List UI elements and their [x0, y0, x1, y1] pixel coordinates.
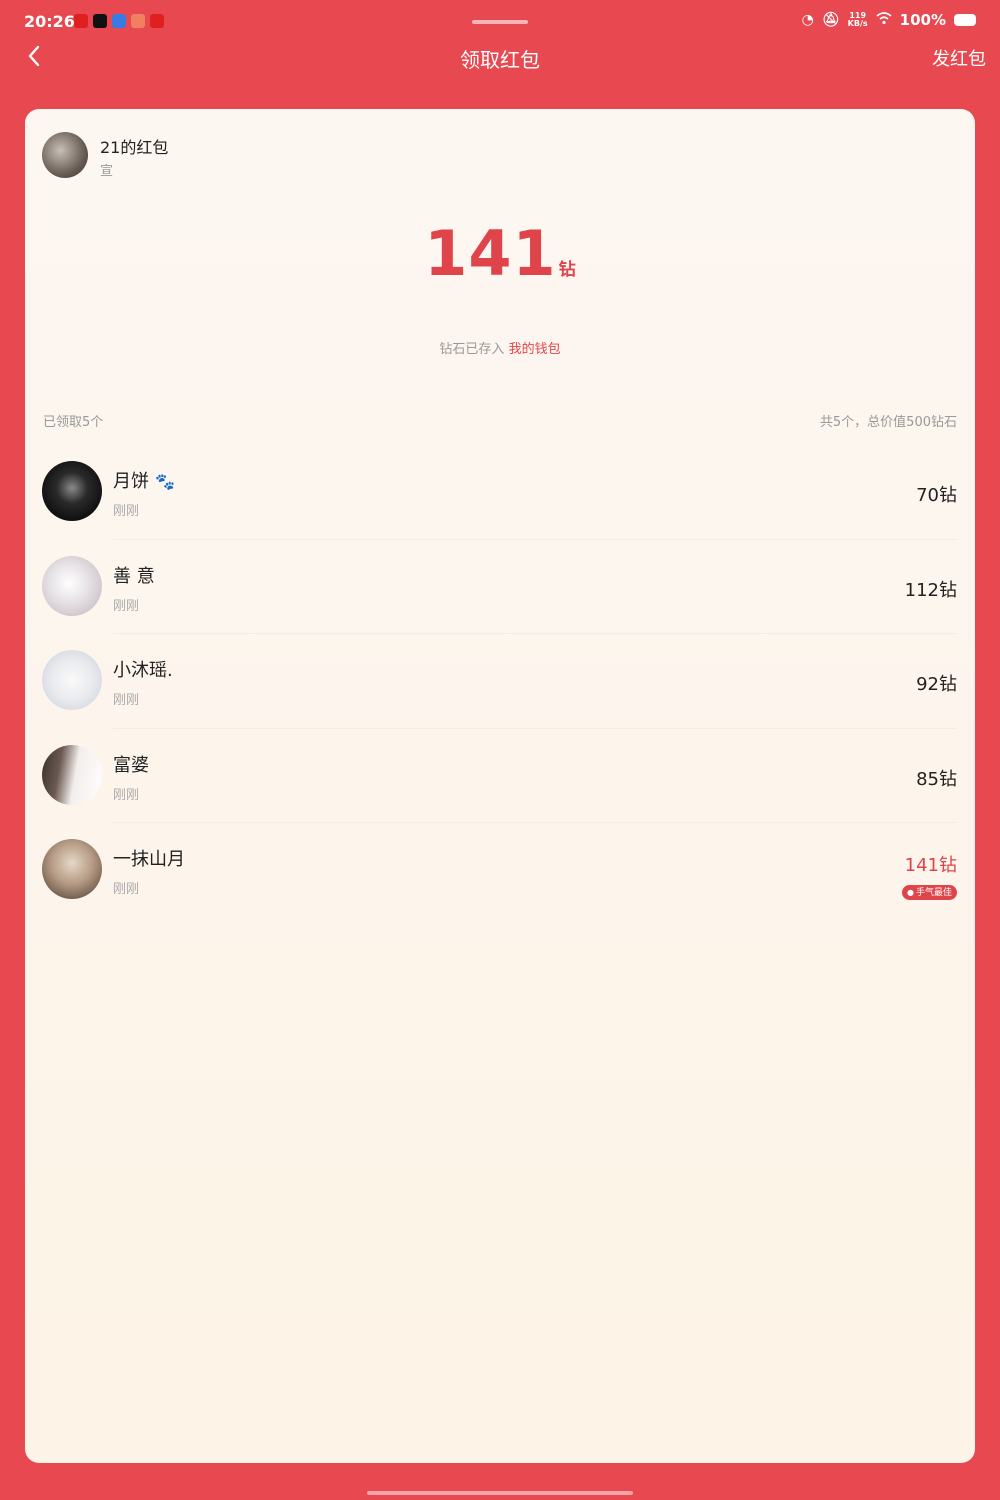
notification-icons	[74, 14, 164, 28]
total-summary: 共5个，总价值500钻石	[819, 415, 957, 430]
best-luck-label: 手气最佳	[915, 888, 952, 898]
app-notif-icon-5	[150, 14, 164, 28]
claim-time: 刚刚	[113, 882, 140, 897]
claims-list: 月饼 🐾 刚刚 70钻 善 意 刚刚 112钻 小沐瑶. 刚刚 92钻 富婆 刚刚…	[25, 445, 975, 918]
best-luck-badge: ● 手气最佳	[902, 885, 957, 900]
claim-time: 刚刚	[113, 598, 140, 614]
wifi-icon	[876, 11, 892, 29]
battery-percent: 100%	[899, 11, 946, 29]
network-speed-unit: KB/s	[847, 19, 868, 28]
wallet-note-text: 钻石已存入	[439, 342, 505, 357]
claim-amount: 141钻	[904, 855, 957, 876]
amount-value: 141	[424, 217, 557, 290]
wallet-note: 钻石已存入 我的钱包	[25, 338, 975, 357]
avatar[interactable]	[42, 650, 102, 710]
claim-row[interactable]: 一抹山月 刚刚 141钻 ● 手气最佳	[25, 823, 975, 918]
sender-avatar[interactable]	[42, 132, 88, 178]
claim-row[interactable]: 月饼 🐾 刚刚 70钻	[25, 445, 975, 540]
claimer-name: 小沐瑶.	[113, 660, 173, 681]
app-notif-icon-1	[74, 14, 88, 28]
claimed-count: 已领取5个	[43, 415, 104, 430]
claim-amount: 112钻	[904, 579, 957, 601]
status-right: ◔ 🔕︎ 119 KB/s 100%	[802, 11, 976, 29]
paw-icon: 🐾	[155, 472, 175, 491]
claim-amount: 92钻	[916, 674, 957, 695]
send-red-packet-button[interactable]: 发红包	[932, 45, 986, 71]
red-packet-card: 21的红包 宣 141 钻 钻石已存入 我的钱包 已领取5个 共5个，总价值500…	[25, 109, 975, 1463]
avatar[interactable]	[42, 461, 102, 521]
home-indicator[interactable]	[367, 1491, 633, 1495]
claimer-name: 善 意	[113, 565, 155, 587]
navigation-bar: 领取红包 发红包	[0, 36, 1000, 80]
received-amount: 141 钻	[25, 217, 975, 290]
claim-time: 刚刚	[113, 693, 140, 708]
app-notif-icon-4	[131, 14, 145, 28]
amount-unit: 钻	[558, 260, 576, 280]
claim-row[interactable]: 富婆 刚刚 85钻	[25, 729, 975, 824]
claim-row[interactable]: 善 意 刚刚 112钻	[25, 540, 975, 635]
window-drag-handle[interactable]	[472, 20, 528, 24]
app-notif-icon-3	[112, 14, 126, 28]
app-notif-icon-2	[93, 14, 107, 28]
avatar[interactable]	[42, 555, 102, 616]
sender-name: 21的红包	[100, 138, 169, 157]
claimer-name: 富婆	[113, 754, 149, 776]
my-wallet-link[interactable]: 我的钱包	[509, 342, 561, 357]
speedometer-icon: ◔	[801, 12, 814, 28]
claim-row[interactable]: 小沐瑶. 刚刚 92钻	[25, 634, 975, 729]
claimer-name: 月饼 🐾	[113, 467, 175, 493]
claim-amount: 85钻	[916, 768, 957, 790]
status-time: 20:26	[24, 12, 75, 31]
claimer-name-text: 月饼	[113, 471, 149, 492]
avatar[interactable]	[42, 744, 102, 805]
claimer-name: 一抹山月	[113, 849, 185, 870]
claim-time: 刚刚	[113, 787, 140, 803]
mute-bell-icon: 🔕︎	[821, 12, 840, 28]
page-title: 领取红包	[460, 48, 540, 72]
claim-amount: 70钻	[916, 485, 957, 506]
battery-icon	[954, 14, 976, 26]
avatar[interactable]	[42, 839, 102, 899]
claim-time: 刚刚	[113, 504, 140, 519]
network-speed: 119 KB/s	[848, 12, 868, 28]
thumb-icon: ●	[907, 888, 914, 897]
sender-subtitle: 宣	[100, 164, 114, 179]
